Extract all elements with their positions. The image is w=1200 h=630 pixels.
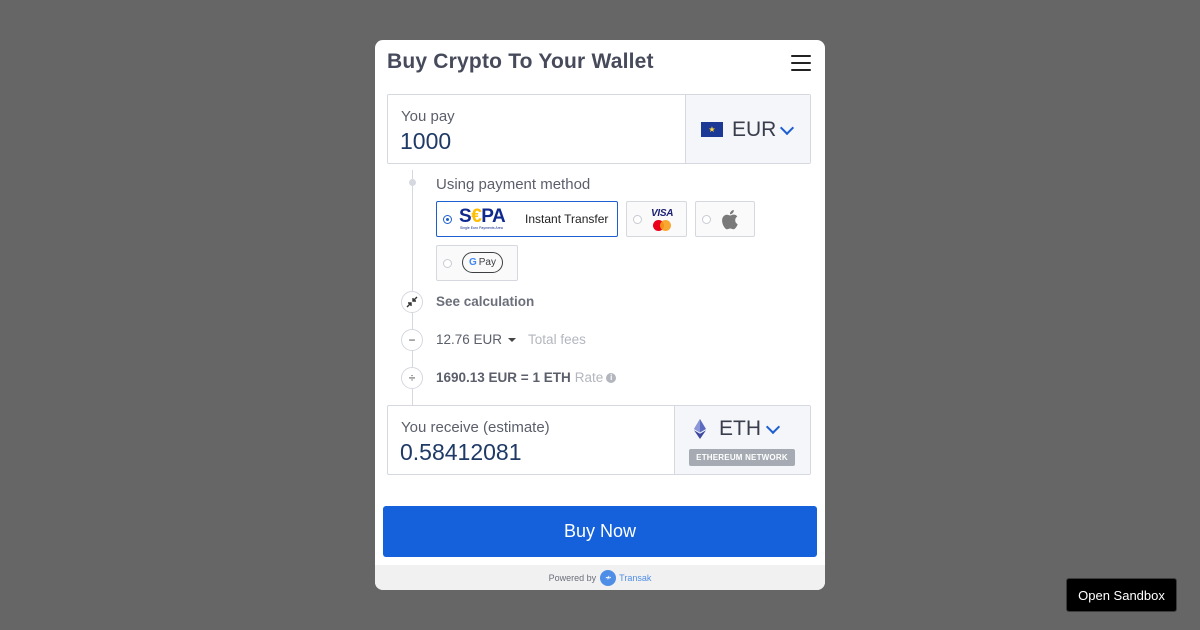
total-fees-value: 12.76 EUR [436, 332, 503, 347]
menu-icon[interactable] [791, 55, 811, 71]
pay-label: You pay [401, 108, 455, 125]
payment-option-google-pay[interactable]: G Pay [436, 245, 518, 281]
ethereum-icon [694, 419, 706, 439]
radio-button[interactable] [633, 215, 642, 224]
fiat-currency-code: EUR [732, 118, 777, 141]
powered-by-footer: Powered by ≁ Transak [375, 565, 825, 590]
transak-logo-icon: ≁ [600, 569, 617, 586]
fiat-currency-selector[interactable]: ★ EUR [685, 95, 810, 163]
rate-label: Rate [574, 370, 604, 385]
network-badge: ETHEREUM NETWORK [689, 449, 795, 466]
buy-crypto-widget: Buy Crypto To Your Wallet You pay ★ EUR … [375, 40, 825, 590]
pay-amount-box: You pay ★ EUR [387, 94, 811, 164]
google-pay-logo: G Pay [462, 252, 503, 273]
radio-button[interactable] [443, 259, 452, 268]
info-icon[interactable]: i [606, 373, 617, 384]
receive-amount-box: You receive (estimate) ETH ETHEREUM NETW… [387, 405, 811, 475]
pay-amount-area: You pay [388, 95, 685, 163]
crypto-currency-code: ETH [719, 417, 761, 440]
rate-value: 1690.13 EUR = 1 ETH [436, 370, 571, 385]
receive-label: You receive (estimate) [401, 419, 550, 436]
payment-option-sepa[interactable]: S€PA Single Euro Payments Area Instant T… [436, 201, 618, 237]
receive-amount-input[interactable] [400, 439, 670, 466]
buy-now-button[interactable]: Buy Now [383, 506, 817, 557]
payment-option-apple-pay[interactable] [695, 201, 755, 237]
visa-logo: VISA [651, 208, 674, 219]
receive-amount-area: You receive (estimate) [388, 406, 674, 474]
transak-brand: Transak [619, 572, 652, 583]
eu-flag-icon: ★ [701, 122, 723, 137]
sepa-logo-subtext: Single Euro Payments Area [460, 226, 503, 230]
see-calculation-toggle[interactable]: See calculation [436, 294, 534, 309]
total-fees-row: 12.76 EUR Total fees [436, 332, 586, 347]
crypto-currency-selector[interactable]: ETH ETHEREUM NETWORK [674, 406, 810, 474]
mastercard-logo-right [660, 220, 671, 231]
radio-button[interactable] [443, 215, 452, 224]
sepa-option-label: Instant Transfer [525, 212, 609, 226]
timeline-dot [409, 179, 416, 186]
total-fees-label: Total fees [528, 332, 586, 347]
apple-icon [722, 210, 738, 230]
minus-icon: − [401, 329, 423, 351]
google-pay-text: Pay [478, 257, 496, 268]
rate-row: 1690.13 EUR = 1 ETH Rate i [436, 370, 617, 385]
chevron-down-icon [765, 419, 781, 435]
open-sandbox-button[interactable]: Open Sandbox [1066, 578, 1177, 612]
chevron-down-icon [779, 120, 795, 136]
powered-by-text: Powered by [548, 572, 597, 583]
payment-option-card[interactable]: VISA [626, 201, 687, 237]
collapse-icon[interactable] [401, 291, 423, 313]
payment-method-label: Using payment method [436, 176, 591, 193]
caret-down-icon[interactable] [508, 338, 517, 343]
widget-title: Buy Crypto To Your Wallet [387, 50, 654, 73]
divide-icon: ÷ [401, 367, 423, 389]
google-g-icon: G [468, 257, 477, 268]
pay-amount-input[interactable] [400, 128, 670, 155]
sepa-logo: S€PA [459, 206, 506, 227]
radio-button[interactable] [702, 215, 711, 224]
